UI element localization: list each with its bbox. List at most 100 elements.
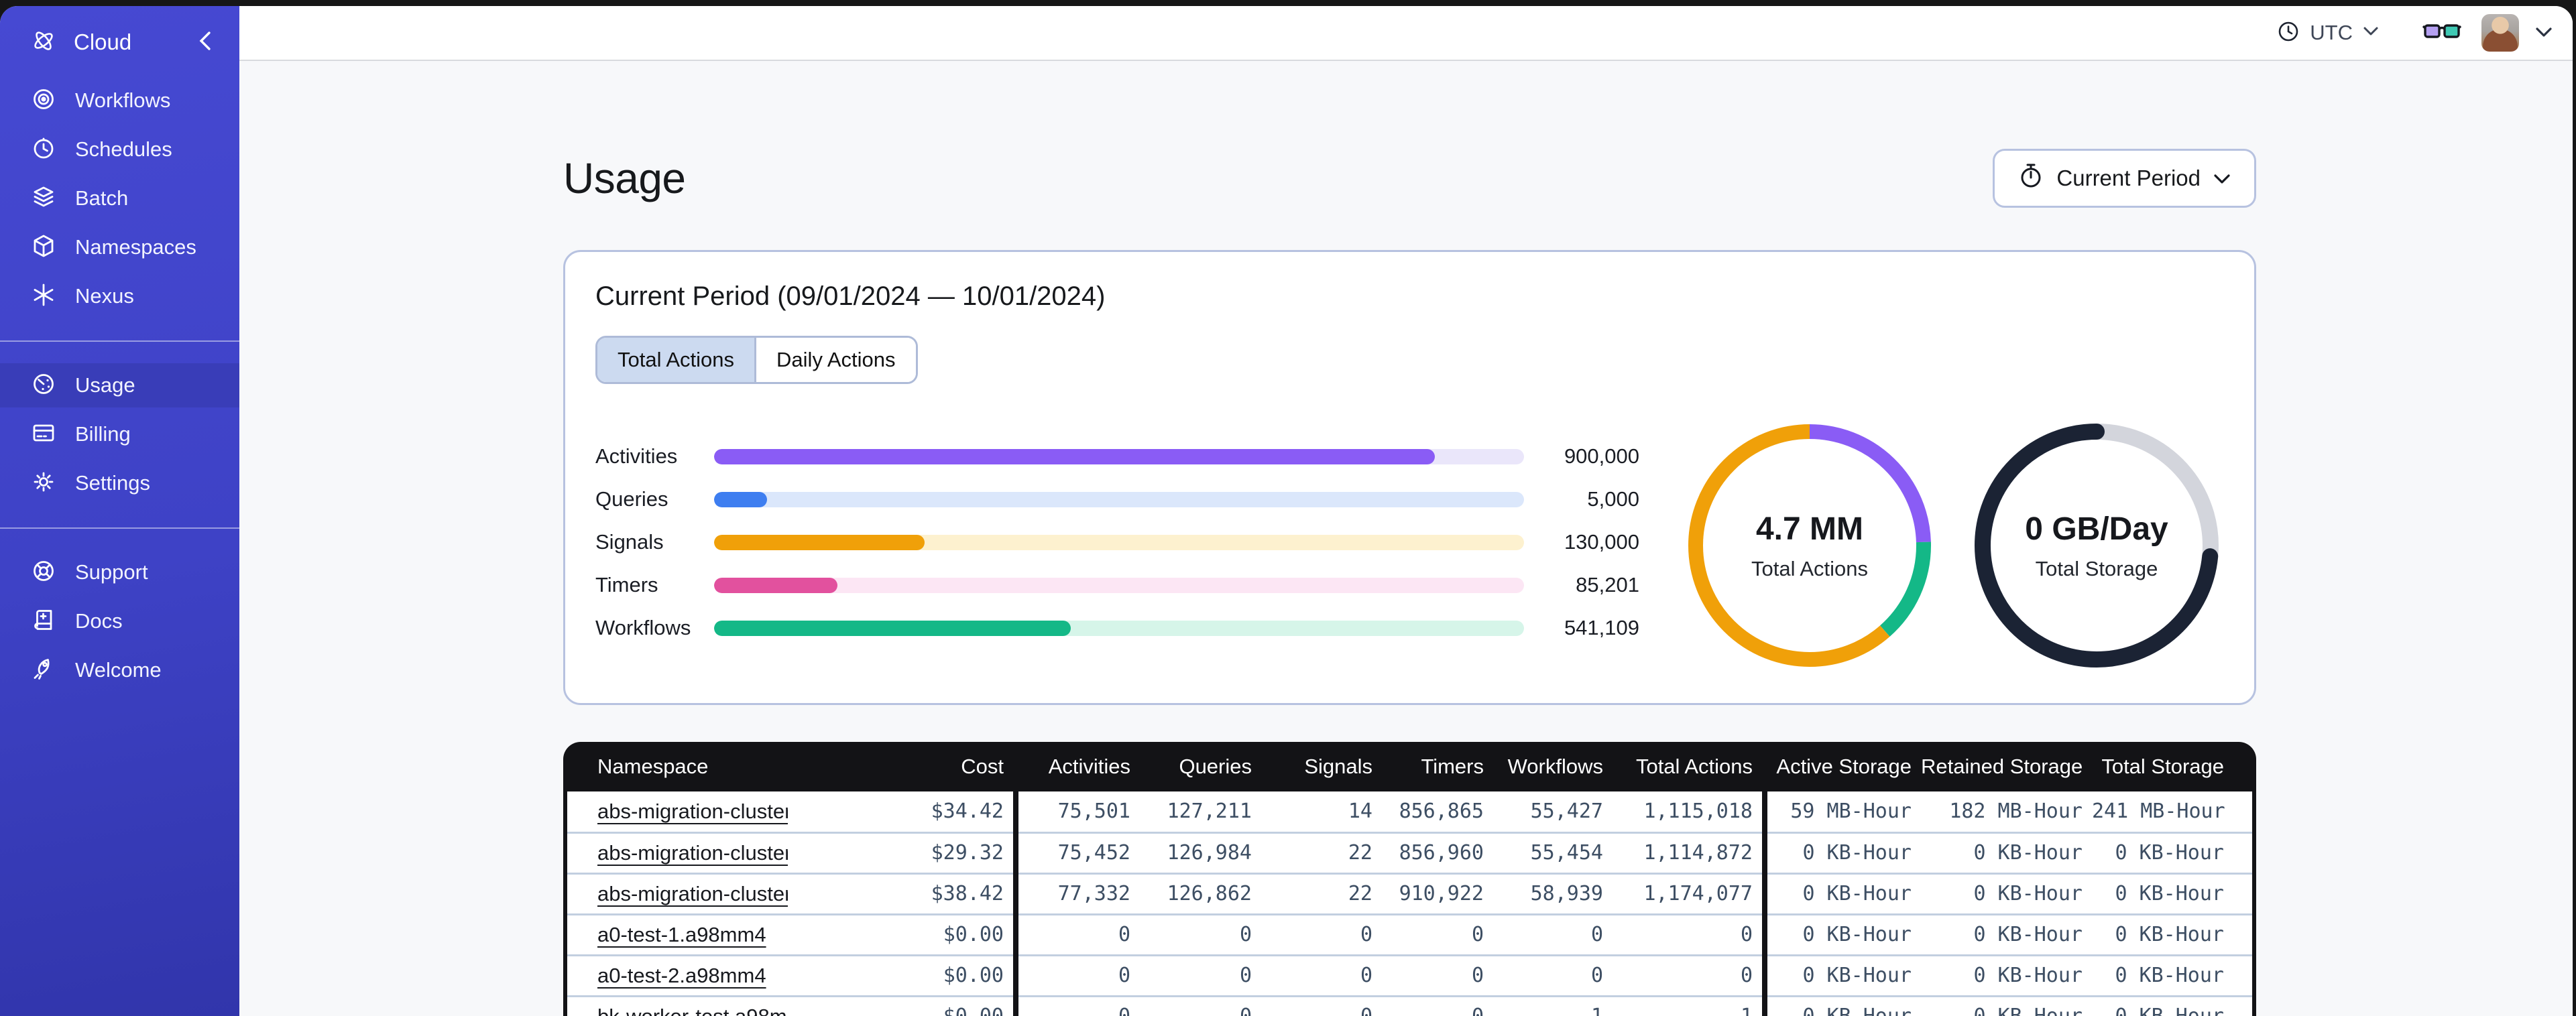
brand-label: Cloud xyxy=(74,29,132,54)
sidebar-item-label: Settings xyxy=(75,471,151,495)
namespace-link[interactable]: abs-migration-cluster-3.a98mm4 xyxy=(597,882,788,905)
sidebar-item-label: Namespaces xyxy=(75,235,196,259)
user-avatar[interactable] xyxy=(2481,14,2519,52)
namespaces-icon xyxy=(30,232,58,263)
bar-track xyxy=(714,491,1524,507)
value-cell: 0 KB-Hour xyxy=(2092,914,2252,956)
value-cell: 126,862 xyxy=(1140,873,1261,915)
brand-row[interactable]: Cloud xyxy=(0,6,239,78)
schedules-icon xyxy=(30,134,58,166)
bar-track xyxy=(714,620,1524,636)
sidebar-item-label: Support xyxy=(75,560,148,584)
value-cell: 856,865 xyxy=(1382,791,1493,834)
value-cell: 127,211 xyxy=(1140,791,1261,834)
sidebar-item-batch[interactable]: Batch xyxy=(0,176,239,220)
namespace-cell: abs-migration-cluster-1.a98mm4 xyxy=(567,791,788,834)
sidebar-item-label: Usage xyxy=(75,373,135,397)
value-cell: 241 MB-Hour xyxy=(2092,791,2252,834)
value-cell: 126,984 xyxy=(1140,832,1261,875)
value-cell: 0 xyxy=(1382,996,1493,1016)
table-row: abs-migration-cluster-1.a98mm4$34.4275,5… xyxy=(567,791,2252,834)
col-total-storage: Total Storage xyxy=(2101,755,2224,778)
sidebar-item-label: Nexus xyxy=(75,284,134,308)
value-cell: 910,922 xyxy=(1382,873,1493,915)
period-selector-button[interactable]: Current Period xyxy=(1993,149,2256,208)
actions-tab-group: Total Actions Daily Actions xyxy=(595,336,918,384)
sidebar-item-usage[interactable]: Usage xyxy=(0,363,239,407)
tab-daily-actions[interactable]: Daily Actions xyxy=(754,338,916,382)
sidebar-item-workflows[interactable]: Workflows xyxy=(0,78,239,123)
namespace-link[interactable]: a0-test-1.a98mm4 xyxy=(597,923,766,946)
value-cell: 0 xyxy=(1261,914,1382,956)
namespace-link[interactable]: a0-test-2.a98mm4 xyxy=(597,964,766,987)
sidebar-item-nexus[interactable]: Nexus xyxy=(0,274,239,318)
value-cell: 55,427 xyxy=(1493,791,1613,834)
sidebar-item-support[interactable]: Support xyxy=(0,550,239,594)
col-total-actions: Total Actions xyxy=(1635,755,1753,778)
stopwatch-icon xyxy=(2017,161,2044,196)
timezone-selector[interactable]: UTC xyxy=(2276,19,2380,47)
table-row: bk-worker-test.a98mm4$0.000000110 KB-Hou… xyxy=(567,996,2252,1016)
value-cell: 0 KB-Hour xyxy=(1762,873,1921,915)
bar-track xyxy=(714,534,1524,550)
nexus-icon xyxy=(30,281,58,312)
bar-label: Signals xyxy=(595,530,664,554)
rocket-icon xyxy=(30,655,58,686)
col-timers: Timers xyxy=(1421,755,1484,778)
bar-fill xyxy=(714,620,1071,636)
collapse-sidebar-icon[interactable] xyxy=(196,27,214,58)
sidebar-divider xyxy=(0,340,239,342)
credit-card-icon xyxy=(30,419,58,450)
sidebar-item-settings[interactable]: Settings xyxy=(0,461,239,505)
namespace-link[interactable]: bk-worker-test.a98mm4 xyxy=(597,1005,788,1016)
total-actions-value: 4.7 MM xyxy=(1755,511,1864,547)
value-cell: 0 xyxy=(1013,955,1140,997)
main-area: UTC Usage Current Period Current Period … xyxy=(239,6,2573,1016)
value-cell: 1,115,018 xyxy=(1613,791,1765,834)
life-ring-icon xyxy=(30,557,58,588)
sidebar-item-label: Welcome xyxy=(75,658,162,682)
namespace-link[interactable]: abs-migration-cluster-1.a98mm4 xyxy=(597,800,788,823)
tab-total-actions[interactable]: Total Actions xyxy=(597,338,755,382)
col-cost: Cost xyxy=(961,755,1004,778)
value-cell: 0 xyxy=(1261,996,1382,1016)
gear-icon xyxy=(30,468,58,499)
bar-value: 5,000 xyxy=(1587,487,1639,511)
value-cell: 0 KB-Hour xyxy=(1762,955,1921,997)
bar-fill xyxy=(714,491,767,507)
feedback-glasses-icon[interactable] xyxy=(2422,19,2462,48)
sidebar-item-billing[interactable]: Billing xyxy=(0,412,239,456)
bar-row-queries: Queries 5,000 xyxy=(595,478,1639,521)
table-row: abs-migration-cluster-3.a98mm4$38.4277,3… xyxy=(567,873,2252,915)
value-cell: 75,501 xyxy=(1013,791,1140,834)
total-actions-donut: 4.7 MM Total Actions xyxy=(1682,418,1938,674)
timezone-label: UTC xyxy=(2310,21,2353,44)
period-selector-label: Current Period xyxy=(2056,166,2201,190)
sidebar-item-welcome[interactable]: Welcome xyxy=(0,648,239,692)
sidebar-item-namespaces[interactable]: Namespaces xyxy=(0,225,239,269)
total-storage-caption: Total Storage xyxy=(2035,556,2158,580)
col-namespace: Namespace xyxy=(597,755,709,778)
table-row: a0-test-2.a98mm4 $0.00 0 0 0 0 0 0 0 KB-Hour 0 KB… xyxy=(567,955,2252,997)
chevron-down-icon xyxy=(2362,25,2380,41)
account-menu-chevron-icon[interactable] xyxy=(2534,25,2554,41)
value-cell: 1 xyxy=(1493,996,1613,1016)
value-cell: $0.00 xyxy=(788,996,1016,1016)
sidebar-item-label: Batch xyxy=(75,186,129,210)
table-row: a0-test-1.a98mm4 $0.00 0 0 0 0 0 0 0 KB-Hour 0 KB… xyxy=(567,914,2252,956)
bar-fill xyxy=(714,448,1436,464)
namespace-link[interactable]: abs-migration-cluster-2.a98mm4 xyxy=(597,841,788,865)
value-cell: 0 xyxy=(1013,914,1140,956)
sidebar-item-schedules[interactable]: Schedules xyxy=(0,127,239,172)
bar-track xyxy=(714,577,1524,593)
col-retained-storage: Retained Storage xyxy=(1921,755,2083,778)
sidebar: Cloud Workflows Schedules Batch Namespac… xyxy=(0,6,239,1016)
col-activities: Activities xyxy=(1013,742,1140,791)
current-period-card: Current Period (09/01/2024 — 10/01/2024)… xyxy=(563,250,2256,705)
value-cell: 0 KB-Hour xyxy=(1921,873,2092,915)
sidebar-item-docs[interactable]: Docs xyxy=(0,599,239,643)
content: Usage Current Period Current Period (09/… xyxy=(563,61,2256,1016)
batch-icon xyxy=(30,183,58,214)
namespace-cell: bk-worker-test.a98mm4 xyxy=(567,996,788,1016)
value-cell: 0 xyxy=(1140,996,1261,1016)
